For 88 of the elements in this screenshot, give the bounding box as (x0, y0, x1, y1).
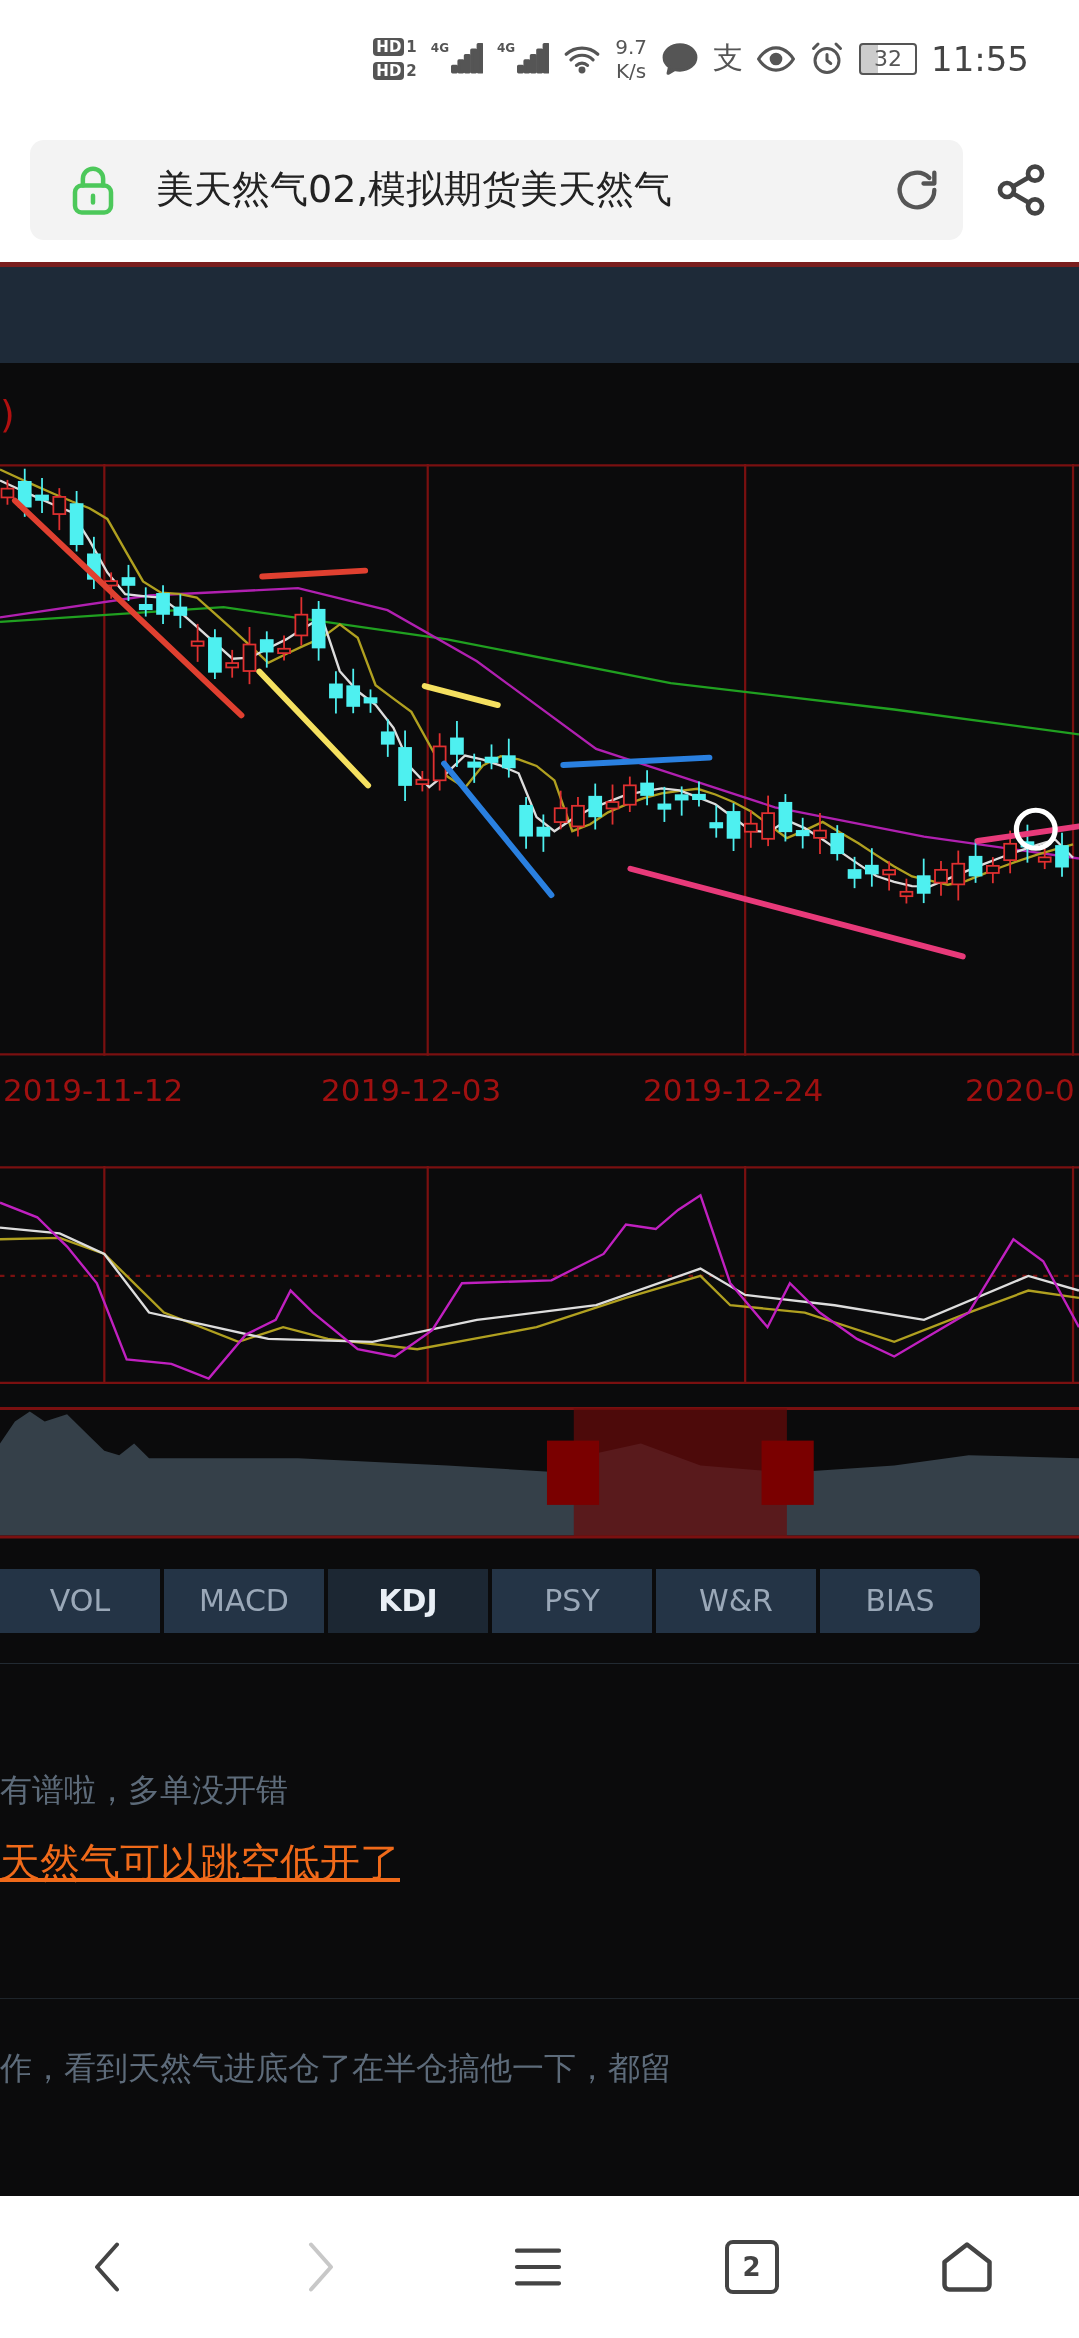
clock-time: 11:55 (931, 38, 1029, 79)
candle (380, 718, 395, 759)
candle (830, 824, 845, 862)
candle (432, 732, 447, 792)
candle (692, 781, 706, 808)
candle (536, 813, 551, 853)
candle (415, 770, 430, 793)
candle (121, 564, 136, 603)
alarm-clock-icon (809, 40, 845, 77)
candle (899, 878, 914, 905)
candle (657, 786, 672, 824)
signal-icon (517, 42, 550, 75)
candle (605, 783, 620, 826)
candle (761, 795, 775, 848)
candle (1003, 830, 1017, 875)
candle (87, 536, 101, 591)
indicator-tab[interactable]: PSY (492, 1568, 652, 1633)
candle (951, 849, 966, 902)
candle (225, 649, 240, 679)
candle (208, 628, 222, 681)
date-label: 2020-0 (964, 1072, 1075, 1109)
network-type: 4G (497, 40, 516, 55)
tabs-button[interactable]: 2 (724, 2239, 779, 2294)
candle (882, 860, 896, 892)
candle (640, 769, 654, 807)
indicator-tab[interactable]: W&R (656, 1568, 816, 1633)
candle (346, 668, 361, 715)
candle (571, 796, 585, 838)
candle (363, 688, 378, 714)
candle (813, 812, 827, 856)
candle (744, 809, 758, 849)
address-bar[interactable]: 美天然气02,模拟期货美天然气 (30, 139, 963, 240)
candle (588, 782, 603, 831)
candle (467, 753, 482, 785)
candle (294, 596, 309, 647)
candle (69, 490, 84, 553)
candle (519, 796, 533, 850)
candle (190, 623, 205, 664)
candle (138, 586, 153, 618)
candle (156, 584, 170, 626)
candle (1020, 824, 1035, 864)
post-link[interactable]: 天然气可以跳空低开了 (0, 1834, 1079, 1890)
signal-icon (451, 42, 483, 75)
candle (778, 793, 793, 843)
candle (553, 790, 568, 831)
range-handle[interactable] (546, 1441, 600, 1506)
candle (847, 856, 862, 890)
candle (1037, 848, 1052, 871)
candle (622, 775, 637, 814)
candle (277, 635, 291, 662)
candle (674, 785, 689, 817)
crosshair-marker-icon (1013, 808, 1058, 852)
candle (17, 468, 32, 518)
indicator-tab[interactable]: BIAS (820, 1568, 980, 1633)
post-text: 作，看到天然气进底仓了在半仓搞他一下，都留 (0, 2047, 673, 2089)
candle (795, 817, 810, 850)
candle (52, 487, 67, 532)
date-label: 2019-11-12 (2, 1072, 184, 1109)
indicator-tab[interactable]: MACD (164, 1568, 324, 1633)
date-label: 2019-12-03 (320, 1072, 502, 1109)
candle (450, 720, 464, 769)
indicator-tab[interactable]: KDJ (328, 1568, 488, 1633)
indicator-tab[interactable]: VOL (0, 1568, 160, 1633)
candle (934, 860, 948, 897)
post-text: 有谱啦，多单没开错 (0, 1769, 289, 1811)
candle (501, 738, 516, 779)
network-speed: 9.7 K/s (615, 34, 647, 83)
candle (986, 856, 1000, 885)
date-label: 2019-12-24 (642, 1072, 824, 1109)
legend-text: ) (0, 391, 15, 436)
candle (1055, 832, 1069, 878)
candle (709, 804, 724, 839)
candle (311, 600, 326, 662)
app-glyph: 支 (713, 39, 743, 78)
candle (329, 670, 343, 715)
candle (242, 626, 257, 686)
candle (916, 858, 931, 905)
network-type: 4G (430, 40, 449, 55)
page-title: 美天然气02,模拟期货美天然气 (156, 166, 674, 214)
candle (726, 802, 741, 853)
candle (35, 477, 49, 515)
candle (484, 743, 499, 771)
battery-indicator: 32 (859, 42, 917, 75)
candle (865, 847, 879, 888)
candle (259, 630, 274, 669)
candle (173, 593, 188, 630)
candle (104, 571, 119, 600)
range-handle[interactable] (761, 1441, 814, 1506)
